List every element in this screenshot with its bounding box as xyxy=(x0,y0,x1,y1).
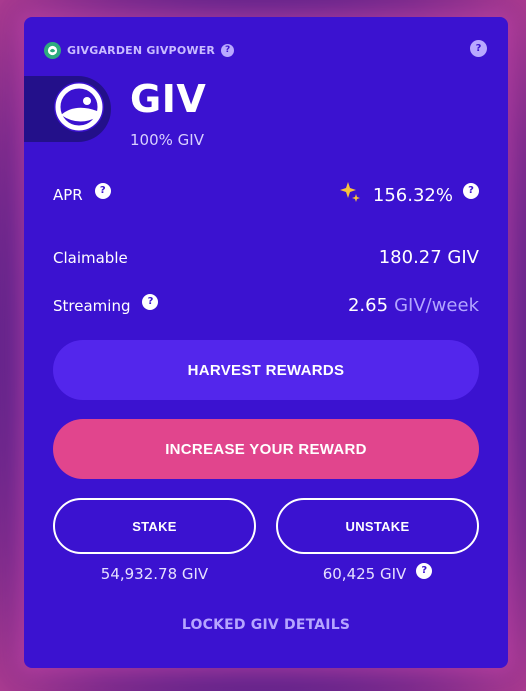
apr-value: 156.32% xyxy=(372,184,453,206)
unstake-button[interactable]: UNSTAKE xyxy=(276,498,479,554)
harvest-rewards-button[interactable]: HARVEST REWARDS xyxy=(53,340,479,400)
claimable-row: Claimable 180.27 GIV xyxy=(53,247,479,268)
unstakable-amount-value: 60,425 GIV xyxy=(322,565,407,583)
givgarden-logo-icon xyxy=(44,42,61,59)
givpower-card: GIVGARDEN GIVPOWER ? ? GIV 100% GIV APR … xyxy=(24,17,508,668)
garden-help-icon[interactable]: ? xyxy=(221,44,235,57)
apr-help-icon[interactable]: ? xyxy=(94,183,111,199)
unstake-help-icon[interactable]: ? xyxy=(416,563,433,579)
streaming-label: Streaming xyxy=(53,296,131,315)
claimable-value: 180.27 GIV xyxy=(378,247,479,268)
giv-token-icon xyxy=(53,81,105,137)
token-name: GIV xyxy=(130,77,207,121)
token-badge xyxy=(24,76,111,142)
card-help-icon[interactable]: ? xyxy=(470,40,487,57)
staked-amount-value: 54,932.78 GIV xyxy=(100,565,209,583)
increase-reward-button[interactable]: INCREASE YOUR REWARD xyxy=(53,419,479,479)
streaming-row: Streaming ? 2.65 GIV/week xyxy=(53,293,479,316)
staked-amount: 54,932.78 GIV xyxy=(53,565,256,583)
garden-title: GIVGARDEN GIVPOWER xyxy=(67,44,216,57)
apr-row: APR ? 156.32% ? xyxy=(53,181,479,207)
card-header: GIVGARDEN GIVPOWER ? xyxy=(44,42,235,59)
token-composition: 100% GIV xyxy=(130,131,204,149)
claimable-label: Claimable xyxy=(53,248,128,267)
unstakable-amount: 60,425 GIV ? xyxy=(276,563,479,583)
apr-value-help-icon[interactable]: ? xyxy=(463,183,479,199)
streaming-help-icon[interactable]: ? xyxy=(142,293,159,310)
apr-label: APR xyxy=(53,186,83,204)
streaming-amount: 2.65 xyxy=(347,295,389,316)
sparkle-icon xyxy=(339,181,361,207)
locked-giv-details-link[interactable]: LOCKED GIV DETAILS xyxy=(24,617,508,633)
streaming-unit: GIV/week xyxy=(394,295,479,316)
stake-button[interactable]: STAKE xyxy=(53,498,256,554)
